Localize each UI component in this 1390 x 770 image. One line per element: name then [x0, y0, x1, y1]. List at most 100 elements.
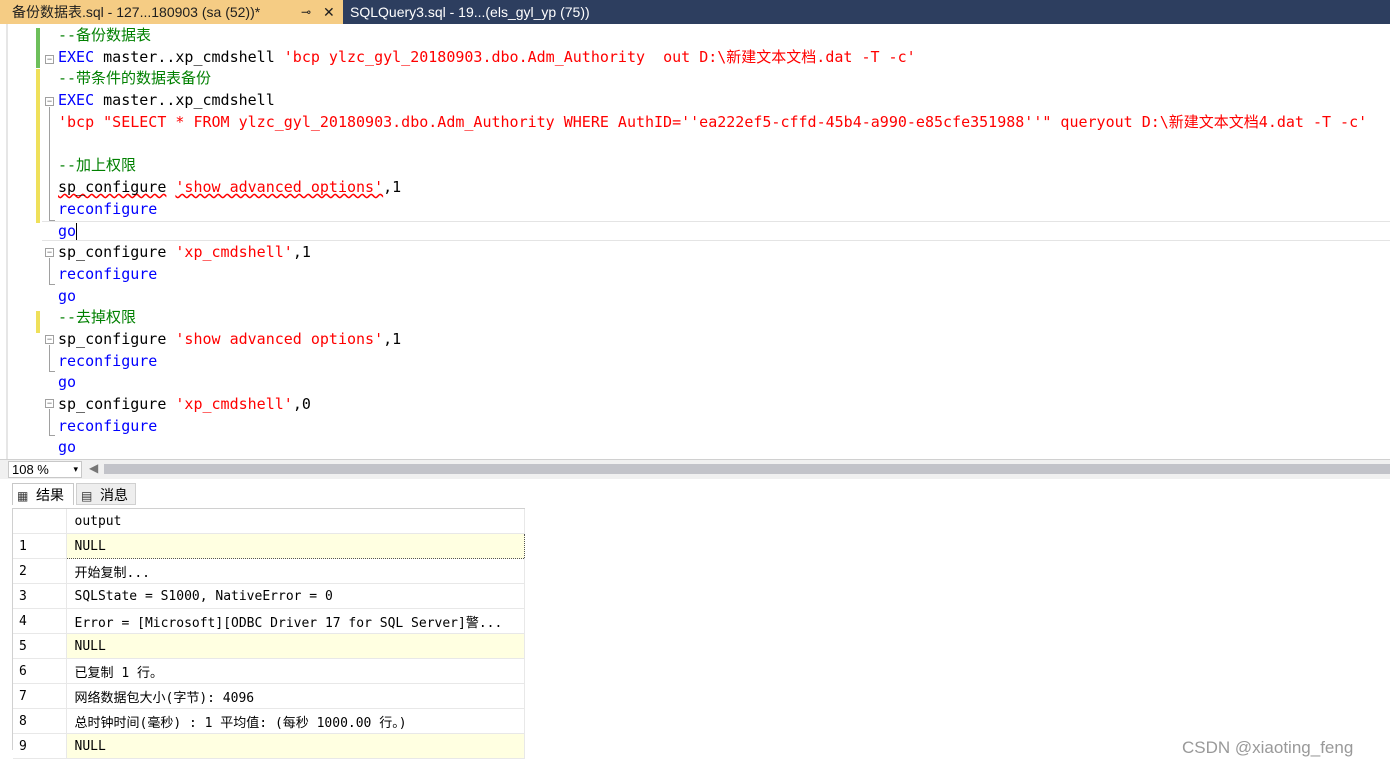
tab-sqlquery3[interactable]: SQLQuery3.sql - 19...(els_gyl_yp (75)) — [343, 0, 643, 24]
row-number[interactable]: 9 — [13, 733, 67, 759]
code-token: 'bcp "SELECT * FROM ylzc_gyl_20180903.db… — [58, 113, 1368, 131]
row-number[interactable]: 6 — [13, 658, 67, 684]
output-cell[interactable]: 网络数据包大小(字节): 4096 — [66, 683, 525, 709]
table-row[interactable]: 7 网络数据包大小(字节): 4096 — [13, 683, 525, 709]
tab-messages[interactable]: ▤ 消息 — [76, 483, 136, 505]
collapse-icon[interactable]: − — [45, 248, 54, 257]
output-cell[interactable]: NULL — [65, 533, 525, 559]
row-number[interactable]: 5 — [13, 633, 67, 659]
output-cell[interactable]: 开始复制... — [66, 558, 525, 584]
collapse-icon[interactable]: − — [45, 97, 54, 106]
output-cell[interactable]: Error = [Microsoft][ODBC Driver 17 for S… — [66, 608, 525, 634]
code-line: reconfigure — [58, 350, 157, 372]
row-number[interactable]: 3 — [13, 583, 67, 609]
output-cell[interactable]: 总时钟时间(毫秒) : 1 平均值: (每秒 1000.00 行。) — [66, 708, 525, 734]
row-number[interactable]: 8 — [13, 708, 67, 734]
tab-sqlquery3-label: SQLQuery3.sql - 19...(els_gyl_yp (75)) — [350, 4, 590, 20]
table-row[interactable]: 3 SQLState = S1000, NativeError = 0 — [13, 583, 525, 609]
collapse-icon[interactable]: − — [45, 55, 54, 64]
results-tab-strip: ▦ 结果 ▤ 消息 — [0, 479, 1390, 507]
code-line: EXEC master..xp_cmdshell 'bcp ylzc_gyl_2… — [58, 46, 916, 68]
text-caret — [76, 223, 77, 240]
code-line: reconfigure — [58, 415, 157, 437]
code-token: --去掉权限 — [58, 308, 137, 326]
code-token: sp_configure — [58, 178, 167, 196]
output-cell[interactable]: 已复制 1 行。 — [66, 658, 525, 684]
pin-icon[interactable]: ⊸ — [301, 0, 311, 24]
fold-guide-end — [49, 371, 55, 372]
code-token: sp_configure — [58, 330, 176, 348]
table-row[interactable]: 1 NULL — [13, 533, 525, 559]
code-token: sp_configure — [58, 243, 176, 261]
document-tab-bar: 备份数据表.sql - 127...180903 (sa (52))* ⊸ ✕ … — [0, 0, 1390, 24]
code-token: ,1 — [383, 330, 402, 348]
row-number[interactable]: 7 — [13, 683, 67, 709]
fold-guide-end — [49, 435, 55, 436]
code-line: go — [58, 220, 76, 242]
code-token: reconfigure — [58, 417, 158, 435]
code-token: --带条件的数据表备份 — [58, 69, 212, 87]
row-number[interactable]: 4 — [13, 608, 67, 634]
fold-guide — [49, 258, 50, 284]
row-number[interactable]: 1 — [13, 533, 67, 559]
code-line: reconfigure — [58, 263, 157, 285]
code-line: EXEC master..xp_cmdshell — [58, 89, 275, 111]
change-bar-unsaved — [36, 69, 40, 223]
code-token: master..xp_cmdshell — [94, 48, 284, 66]
code-line: sp_configure 'show advanced options',1 — [58, 328, 401, 350]
table-row[interactable]: 2 开始复制... — [13, 558, 525, 584]
change-bar-saved — [36, 28, 40, 68]
code-token: ,1 — [292, 243, 311, 261]
collapse-icon[interactable]: − — [45, 399, 54, 408]
code-token: go — [58, 373, 77, 391]
grid-icon: ▦ — [17, 489, 29, 503]
table-row[interactable]: 4 Error = [Microsoft][ODBC Driver 17 for … — [13, 608, 525, 634]
output-cell[interactable]: SQLState = S1000, NativeError = 0 — [66, 583, 525, 609]
code-token: go — [58, 287, 77, 305]
tab-messages-label: 消息 — [100, 487, 128, 503]
scroll-left-icon[interactable]: ◀ — [89, 461, 98, 475]
current-line-highlight — [42, 221, 1390, 241]
code-line: --加上权限 — [58, 154, 136, 176]
code-line: go — [58, 285, 76, 307]
code-token: ,1 — [383, 178, 402, 196]
table-row[interactable]: 9 NULL — [13, 733, 525, 759]
table-row[interactable]: 6 已复制 1 行。 — [13, 658, 525, 684]
table-row[interactable]: 8 总时钟时间(毫秒) : 1 平均值: (每秒 1000.00 行。) — [13, 708, 525, 734]
code-line: sp_configure 'show advanced options',1 — [58, 176, 401, 198]
code-token: go — [58, 438, 77, 456]
code-token: EXEC — [58, 91, 95, 109]
row-number[interactable]: 2 — [13, 558, 67, 584]
code-line: sp_configure 'xp_cmdshell',1 — [58, 241, 311, 263]
fold-guide — [49, 345, 50, 371]
code-token: EXEC — [58, 48, 95, 66]
horizontal-scrollbar-thumb[interactable] — [104, 464, 1390, 474]
sql-editor[interactable]: − − − − − --备份数据表 EXEC master..xp_cmdshel… — [0, 24, 1390, 459]
output-cell[interactable]: NULL — [66, 633, 525, 659]
close-icon[interactable]: ✕ — [323, 0, 335, 24]
grid-body: 1 NULL 2 开始复制... 3 SQLState = S1000, NativeEr… — [13, 533, 525, 759]
row-number-header — [13, 509, 67, 534]
code-token: sp_configure — [58, 395, 176, 413]
code-token: 'xp_cmdshell' — [175, 395, 293, 413]
grid-header-row: output — [13, 509, 525, 534]
fold-guide — [49, 409, 50, 435]
collapse-icon[interactable]: − — [45, 335, 54, 344]
tab-results-label: 结果 — [36, 487, 64, 503]
code-line: --带条件的数据表备份 — [58, 67, 211, 89]
tab-results[interactable]: ▦ 结果 — [12, 483, 74, 505]
output-cell[interactable]: NULL — [66, 733, 525, 759]
code-token: 'show advanced options' — [175, 330, 384, 348]
column-header-output[interactable]: output — [66, 509, 525, 534]
zoom-select[interactable]: 108 % ▾ — [8, 461, 82, 478]
code-token: --备份数据表 — [58, 26, 152, 44]
fold-guide — [49, 107, 50, 220]
table-row[interactable]: 5 NULL — [13, 633, 525, 659]
tab-backup-sql[interactable]: 备份数据表.sql - 127...180903 (sa (52))* ⊸ ✕ — [0, 0, 343, 24]
code-line: 'bcp "SELECT * FROM ylzc_gyl_20180903.db… — [58, 111, 1367, 133]
chevron-down-icon: ▾ — [73, 464, 78, 474]
editor-margin — [6, 24, 8, 459]
code-token: reconfigure — [58, 352, 158, 370]
code-token: go — [58, 222, 77, 240]
results-grid[interactable]: output 1 NULL 2 开始复制... 3 SQLState = S1000, N… — [12, 508, 525, 759]
